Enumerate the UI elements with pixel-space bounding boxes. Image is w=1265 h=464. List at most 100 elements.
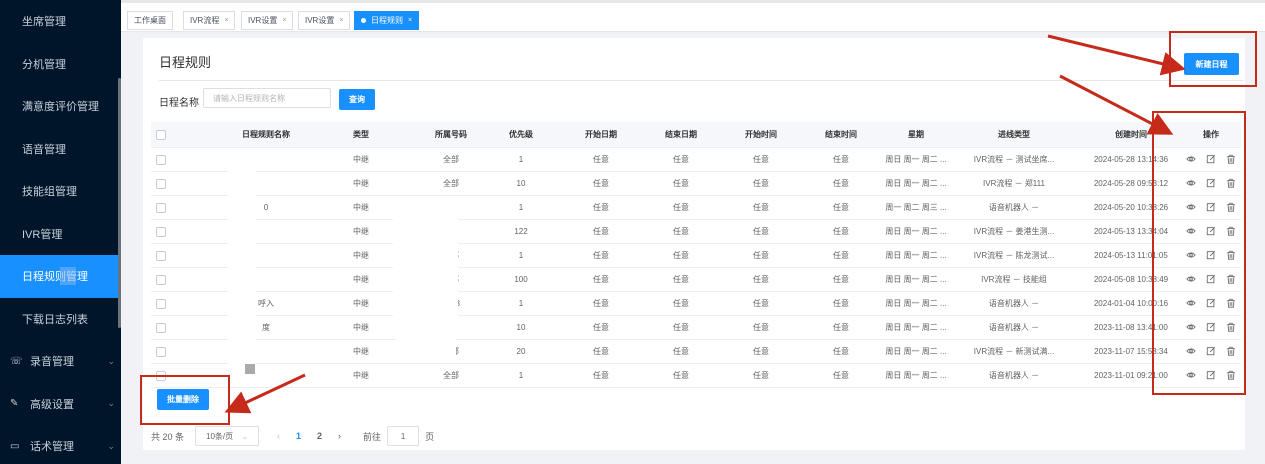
table-row[interactable]: 中继全部1任意任意任意任意周日 周一 周二 ...IVR流程 － 陈龙测试...… (151, 244, 1241, 268)
cell-end-time: 任意 (833, 179, 849, 188)
cell-start-time: 任意 (753, 203, 769, 212)
cell-type: 中继 (353, 275, 369, 284)
cell-type: 中继 (353, 347, 369, 356)
sidebar-item-voice[interactable]: 语音管理 (0, 128, 121, 171)
prev-page-icon[interactable]: ‹ (277, 431, 280, 441)
tab-ivr-settings-2[interactable]: IVR设置 × (298, 11, 351, 30)
table-row[interactable]: 中继 全部 10 任意 任意 任意 任意 周日 周一 周二 ... IVR流程 － 郑111 20… (151, 172, 1241, 196)
search-input[interactable]: 请输入日程规则名称 (203, 88, 331, 108)
cell-week: 周日 周一 周二 ... (885, 227, 947, 236)
chat-icon: ▭ (10, 440, 20, 452)
cell-line-type: IVR流程 － 测试坐席... (973, 155, 1055, 164)
sidebar-item-label: 满意度评价管理 (22, 101, 99, 114)
cell-week: 周日 周一 周二 ... (885, 155, 947, 164)
row-checkbox[interactable] (156, 178, 166, 189)
cell-start-time: 任意 (753, 155, 769, 164)
next-page-icon[interactable]: › (338, 431, 341, 441)
cell-start-date: 任意 (593, 251, 609, 260)
page-1[interactable]: 1 (296, 431, 301, 441)
row-checkbox[interactable] (156, 202, 166, 213)
sidebar-item-download-log[interactable]: 下载日志列表 (0, 298, 121, 341)
goto-label: 前往 (363, 431, 382, 442)
cell-start-date: 任意 (593, 275, 609, 284)
table-row[interactable]: 中继全部100任意任意任意任意周日 周一 周二 ...IVR流程 － 技能组20… (151, 268, 1241, 292)
table-row[interactable]: 中继 122 任意 任意 任意 任意 周日 周一 周二 ... IVR流程 － 姜港生测...… (151, 220, 1241, 244)
table-row[interactable]: 呼入中继51431任意任意任意任意周日 周一 周二 ...语音机器人 －2024… (151, 292, 1241, 316)
select-all-checkbox[interactable] (156, 129, 166, 140)
sidebar-item-ivr[interactable]: IVR管理 (0, 213, 121, 256)
cell-type: 中继 (353, 323, 369, 332)
pen-icon: ✎ (10, 398, 19, 410)
cell-line-type: 语音机器人 － (988, 371, 1040, 380)
search-label: 日程名称 (159, 98, 199, 109)
tab-ivr-flow[interactable]: IVR流程 × (183, 11, 236, 30)
sidebar-group-recording[interactable]: ☏ 录音管理 ⌄ (0, 340, 121, 383)
close-icon[interactable]: × (339, 17, 343, 24)
row-select-cell (151, 172, 171, 195)
page-2[interactable]: 2 (317, 431, 322, 441)
row-checkbox[interactable] (156, 274, 166, 285)
chevron-down-icon: ⌄ (107, 440, 115, 451)
sidebar-group-advanced-settings[interactable]: ✎ 高级设置 ⌄ (0, 383, 121, 426)
redaction-block (396, 320, 456, 358)
sidebar-item-extension[interactable]: 分机管理 (0, 43, 121, 86)
cell-end-time: 任意 (833, 251, 849, 260)
cell-end-date: 任意 (673, 251, 689, 260)
sidebar-group-label: 录音管理 (30, 356, 74, 369)
close-icon[interactable]: × (408, 17, 412, 24)
cell-priority: 1 (518, 251, 524, 260)
sidebar-item-skill-group[interactable]: 技能组管理 (0, 170, 121, 213)
cell-start-time: 任意 (753, 179, 769, 188)
row-checkbox[interactable] (156, 154, 166, 165)
cell-end-time: 任意 (833, 275, 849, 284)
redaction-block (228, 148, 256, 378)
row-checkbox[interactable] (156, 322, 166, 333)
cell-line-type: IVR流程 － 郑111 (983, 179, 1045, 188)
tab-schedule-rules[interactable]: 日程规则 × (354, 11, 420, 30)
cell-week: 周一 周二 周三 ... (885, 203, 947, 212)
table-row[interactable]: 中继全部20任意任意任意任意周日 周一 周二 ...IVR流程 － 新测试满..… (151, 340, 1241, 364)
cell-end-date: 任意 (673, 347, 689, 356)
table-row[interactable]: 中继 全部 1 任意 任意 任意 任意 周日 周一 周二 ... 语音机器人 － 2023-11-… (151, 364, 1241, 388)
cell-week: 周日 周一 周二 ... (885, 371, 947, 380)
sidebar-scrollbar[interactable] (118, 78, 121, 328)
sidebar-item-label: 日程规则管理 (22, 271, 88, 284)
cell-end-date: 任意 (673, 299, 689, 308)
page-title: 日程规则 (159, 55, 212, 70)
row-checkbox[interactable] (156, 250, 166, 261)
page-size-select[interactable]: 10条/页 ⌄ (195, 426, 260, 446)
sidebar-item-seat[interactable]: 坐席管理 (0, 0, 121, 43)
table-row[interactable]: 中继 全部 1 任意 任意 任意 任意 周日 周一 周二 ... IVR流程 － 测试坐席...… (151, 148, 1241, 172)
query-button[interactable]: 查询 (339, 89, 375, 110)
cell-week: 周日 周一 周二 ... (885, 275, 947, 284)
row-checkbox[interactable] (156, 298, 166, 309)
sidebar-item-schedule-rule[interactable]: 日程规则管理 (0, 255, 121, 298)
table-row[interactable]: 度中继0210任意任意任意任意周日 周一 周二 ...语音机器人 －2023-1… (151, 316, 1241, 340)
column-header: 优先级 (509, 130, 533, 139)
goto-page-input[interactable]: 1 (387, 426, 420, 446)
tab-workbench[interactable]: 工作桌面 (127, 11, 173, 30)
cell-priority: 10 (516, 179, 526, 188)
table-row[interactable]: 0中继1431任意任意任意任意周一 周二 周三 ...语音机器人 －2024-0… (151, 196, 1241, 220)
cell-end-date: 任意 (673, 275, 689, 284)
row-checkbox[interactable] (156, 226, 166, 237)
close-icon[interactable]: × (282, 17, 286, 24)
column-header: 日程规则名称 (242, 130, 290, 139)
annotation-box (1152, 111, 1246, 395)
sidebar-group-script[interactable]: ▭ 话术管理 ⌄ (0, 425, 121, 464)
cell-line-type: IVR流程 － 技能组 (981, 275, 1047, 284)
sidebar-item-satisfaction[interactable]: 满意度评价管理 (0, 85, 121, 128)
column-header: 开始时间 (745, 130, 777, 139)
row-select-cell (151, 244, 171, 267)
cell-end-date: 任意 (673, 203, 689, 212)
row-select-cell (151, 340, 171, 363)
cell-priority: 100 (514, 275, 528, 284)
row-checkbox[interactable] (156, 346, 166, 357)
tab-ivr-settings-1[interactable]: IVR设置 × (241, 11, 294, 30)
cell-type: 中继 (353, 251, 369, 260)
column-header: 星期 (908, 130, 924, 139)
cell-week: 周日 周一 周二 ... (885, 347, 947, 356)
page-suffix: 页 (425, 431, 435, 442)
close-icon[interactable]: × (224, 17, 228, 24)
cell-line-type: IVR流程 － 新测试满... (973, 347, 1055, 356)
